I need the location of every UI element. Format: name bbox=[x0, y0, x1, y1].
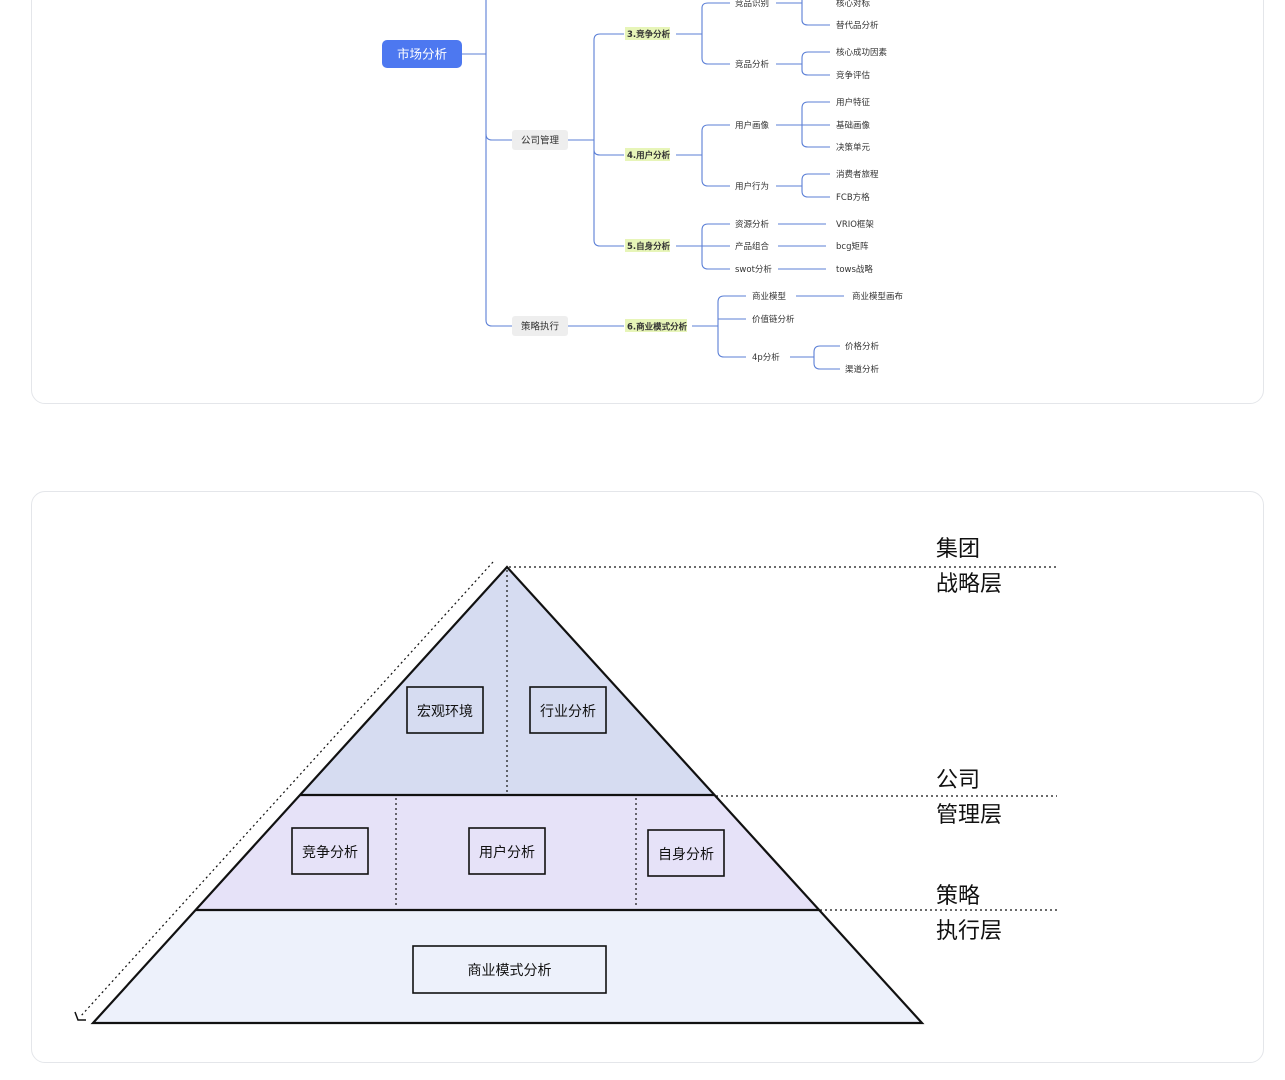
section-node-self[interactable]: 5.自身分析 bbox=[625, 239, 671, 252]
node-product-portfolio[interactable]: 产品组合 bbox=[735, 241, 770, 252]
root-label: 市场分析 bbox=[397, 47, 447, 62]
branch-label: 策略执行 bbox=[521, 321, 560, 333]
connector-comp-a bbox=[776, 0, 830, 26]
node-user-persona[interactable]: 用户画像 bbox=[735, 120, 770, 131]
connector-company bbox=[485, 133, 512, 141]
section-node-user[interactable]: 4.用户分析 bbox=[625, 148, 671, 161]
pyramid-card bbox=[31, 491, 1264, 1063]
node-competitor-identify[interactable]: 竞品识别 bbox=[735, 0, 769, 9]
mindmap-diagram: 市场分析 公司管理 策略执行 3.竞争分析 4.用户分析 5.自身分析 6.商业… bbox=[382, 0, 903, 375]
svg-text:3.竞争分析: 3.竞争分析 bbox=[627, 29, 671, 40]
node-price[interactable]: 价格分析 bbox=[845, 341, 880, 352]
connector-biz bbox=[692, 295, 746, 358]
node-vrio[interactable]: VRIO框架 bbox=[836, 219, 874, 230]
node-substitute[interactable]: 替代品分析 bbox=[836, 20, 879, 31]
node-bcg[interactable]: bcg矩阵 bbox=[836, 241, 869, 252]
branch-label: 公司管理 bbox=[521, 135, 560, 147]
node-business-model[interactable]: 商业模型 bbox=[752, 291, 787, 302]
node-fcb-grid[interactable]: FCB方格 bbox=[836, 192, 870, 203]
node-4p[interactable]: 4p分析 bbox=[752, 352, 780, 363]
connector-comp bbox=[676, 2, 730, 65]
node-swot[interactable]: swot分析 bbox=[735, 264, 772, 275]
connector-trunk bbox=[485, 0, 512, 327]
connector-self-leaves bbox=[778, 223, 826, 270]
connector-user-a bbox=[776, 101, 830, 148]
svg-text:4.用户分析: 4.用户分析 bbox=[627, 150, 671, 161]
node-consumer-journey[interactable]: 消费者旅程 bbox=[836, 169, 879, 180]
node-resource-analysis[interactable]: 资源分析 bbox=[735, 219, 770, 230]
node-core-benchmark[interactable]: 核心对标 bbox=[836, 0, 871, 9]
node-user-behavior[interactable]: 用户行为 bbox=[735, 181, 769, 192]
section-node-competition[interactable]: 3.竞争分析 bbox=[625, 27, 671, 40]
root-node[interactable]: 市场分析 bbox=[382, 40, 462, 68]
node-competitor-analysis[interactable]: 竞品分析 bbox=[735, 59, 770, 70]
node-base-persona[interactable]: 基础画像 bbox=[836, 120, 871, 131]
node-business-canvas[interactable]: 商业模型画布 bbox=[852, 291, 903, 302]
branch-node-strategy[interactable]: 策略执行 bbox=[512, 316, 568, 336]
branch-node-company[interactable]: 公司管理 bbox=[512, 130, 568, 150]
section-node-business[interactable]: 6.商业模式分析 bbox=[625, 319, 688, 333]
node-channel[interactable]: 渠道分析 bbox=[845, 364, 880, 375]
connector-comp-b bbox=[776, 51, 830, 76]
node-user-traits[interactable]: 用户特征 bbox=[836, 97, 871, 108]
node-decision-unit[interactable]: 决策单元 bbox=[836, 142, 871, 153]
node-tows[interactable]: tows战略 bbox=[836, 264, 873, 275]
connector-user-b bbox=[776, 173, 830, 198]
node-value-chain[interactable]: 价值链分析 bbox=[752, 314, 795, 325]
connector-sections-vert bbox=[593, 33, 624, 247]
svg-text:5.自身分析: 5.自身分析 bbox=[627, 241, 671, 252]
connector-user bbox=[676, 124, 730, 187]
node-key-success[interactable]: 核心成功因素 bbox=[836, 47, 888, 58]
node-competition-eval[interactable]: 竞争评估 bbox=[836, 70, 871, 81]
connector-self bbox=[676, 223, 730, 270]
svg-text:6.商业模式分析: 6.商业模式分析 bbox=[627, 322, 688, 333]
connector-biz-b bbox=[790, 345, 840, 370]
